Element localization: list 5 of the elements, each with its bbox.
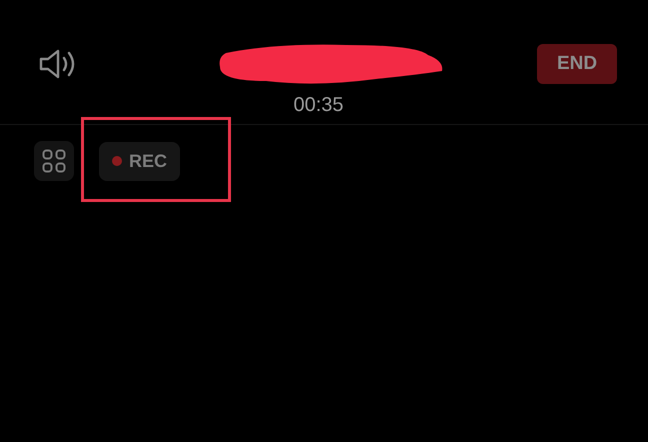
grid-button[interactable] [34, 141, 74, 181]
end-call-button[interactable]: END [537, 44, 617, 84]
call-timer: 00:35 [292, 94, 345, 117]
grid-icon [42, 149, 66, 173]
record-button[interactable]: REC [99, 142, 180, 180]
